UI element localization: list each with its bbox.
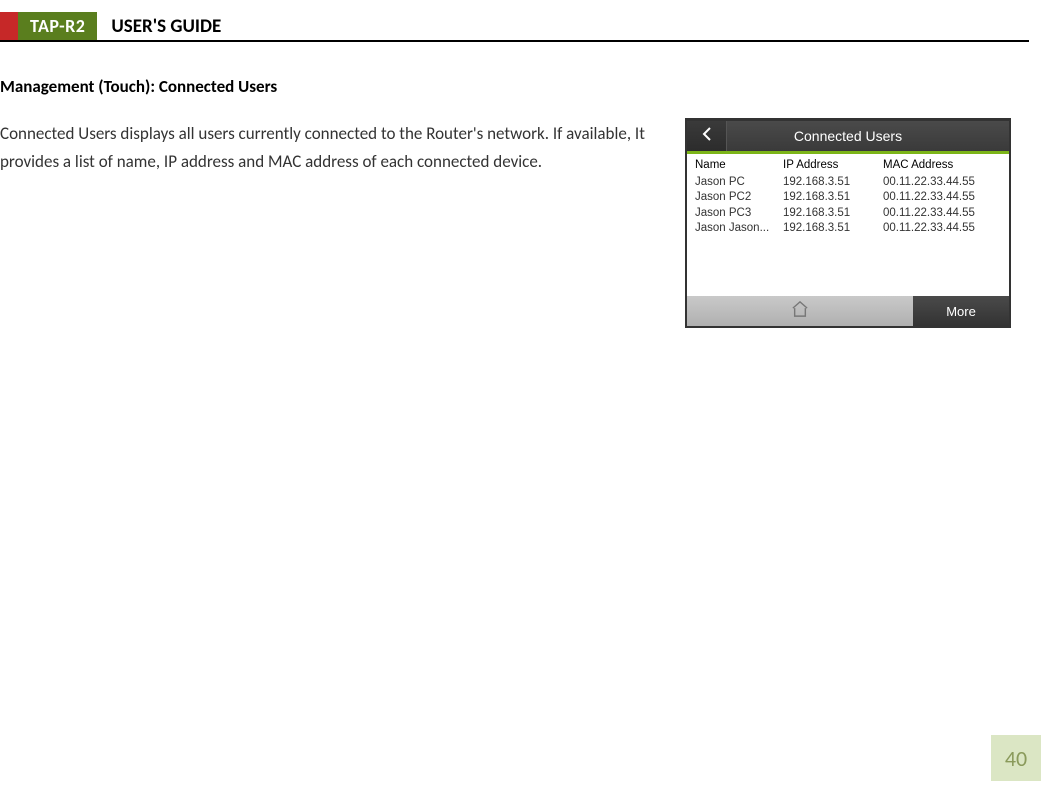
product-label: TAP-R2 <box>30 15 85 37</box>
table-row: Jason PC2 192.168.3.51 00.11.22.33.44.55 <box>695 190 1003 206</box>
home-button[interactable] <box>687 296 913 326</box>
cell-ip: 192.168.3.51 <box>783 175 883 191</box>
product-tab: TAP-R2 <box>18 12 97 40</box>
table-row: Jason Jason... 192.168.3.51 00.11.22.33.… <box>695 221 1003 237</box>
cell-mac: 00.11.22.33.44.55 <box>883 206 1003 222</box>
table-row: Jason PC3 192.168.3.51 00.11.22.33.44.55 <box>695 206 1003 222</box>
page-number: 40 <box>991 735 1041 781</box>
col-header-name: Name <box>695 158 783 174</box>
body-paragraph: Connected Users displays all users curre… <box>0 120 665 176</box>
doc-title: USER'S GUIDE <box>97 12 221 40</box>
cell-ip: 192.168.3.51 <box>783 206 883 222</box>
home-icon <box>791 301 809 322</box>
users-table: Name IP Address MAC Address Jason PC 192… <box>687 154 1009 296</box>
section-heading: Management (Touch): Connected Users <box>0 76 277 97</box>
col-header-ip: IP Address <box>783 158 883 174</box>
doc-header: TAP-R2 USER'S GUIDE <box>0 12 1029 42</box>
col-header-mac: MAC Address <box>883 158 1003 174</box>
chevron-left-icon <box>701 127 713 146</box>
screenshot-titlebar: Connected Users <box>687 121 1009 151</box>
header-red-tab <box>0 12 18 40</box>
back-button[interactable] <box>687 121 727 151</box>
cell-mac: 00.11.22.33.44.55 <box>883 175 1003 191</box>
table-header-row: Name IP Address MAC Address <box>695 158 1003 174</box>
cell-name: Jason Jason... <box>695 221 783 237</box>
cell-name: Jason PC <box>695 175 783 191</box>
table-row: Jason PC 192.168.3.51 00.11.22.33.44.55 <box>695 175 1003 191</box>
doc-title-text: USER'S GUIDE <box>111 15 221 38</box>
cell-mac: 00.11.22.33.44.55 <box>883 221 1003 237</box>
cell-name: Jason PC2 <box>695 190 783 206</box>
cell-name: Jason PC3 <box>695 206 783 222</box>
screenshot-title: Connected Users <box>727 128 1009 144</box>
cell-ip: 192.168.3.51 <box>783 190 883 206</box>
screenshot-bottombar: More <box>687 296 1009 326</box>
cell-ip: 192.168.3.51 <box>783 221 883 237</box>
more-label: More <box>946 304 976 319</box>
screenshot-connected-users: Connected Users Name IP Address MAC Addr… <box>685 118 1011 328</box>
more-button[interactable]: More <box>913 296 1009 326</box>
cell-mac: 00.11.22.33.44.55 <box>883 190 1003 206</box>
